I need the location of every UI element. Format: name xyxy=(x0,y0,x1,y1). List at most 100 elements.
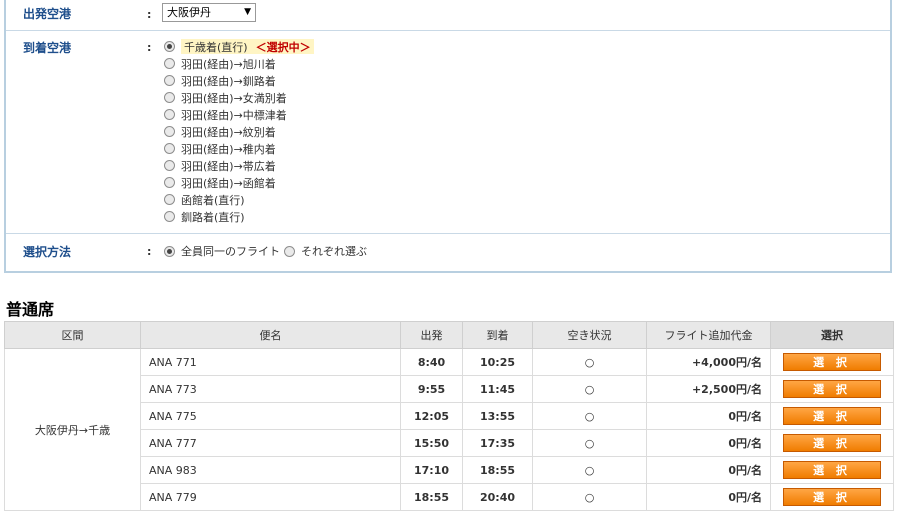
arrival-option[interactable]: 羽田(経由)→函館着 xyxy=(164,174,314,191)
radio-icon[interactable] xyxy=(164,92,175,103)
arrival-option[interactable]: 羽田(経由)→紋別着 xyxy=(164,123,314,140)
select-cell: 選 択 xyxy=(770,429,894,457)
additional-price: 0円/名 xyxy=(646,429,771,457)
radio-icon[interactable] xyxy=(164,160,175,171)
colon: : xyxy=(147,245,152,258)
header-arrival: 到着 xyxy=(462,321,533,349)
arrival-option-label: 羽田(経由)→稚内着 xyxy=(181,142,276,156)
arrival-radio-list: 千歳着(直行) ＜選択中＞ 羽田(経由)→旭川着 羽田(経由)→釧路着 羽田(経… xyxy=(164,38,314,225)
arrival-row: 到着空港 : 千歳着(直行) ＜選択中＞ 羽田(経由)→旭川着 羽田(経由)→釧… xyxy=(6,31,890,234)
flight-number: ANA 777 xyxy=(140,429,401,457)
arrival-option[interactable]: 函館着(直行) xyxy=(164,191,314,208)
arrival-option[interactable]: 羽田(経由)→女満別着 xyxy=(164,89,314,106)
arrival-option-label: 羽田(経由)→帯広着 xyxy=(181,159,276,173)
flight-table: 区間 便名 出発 到着 空き状況 フライト追加代金 選択 大阪伊丹→千歳 ANA… xyxy=(4,321,894,511)
method-radio-group: 全員同一のフライト それぞれ選ぶ xyxy=(164,243,371,259)
arrival-time: 20:40 xyxy=(462,483,533,511)
header-availability: 空き状況 xyxy=(532,321,647,349)
colon: : xyxy=(147,41,152,54)
flight-number: ANA 779 xyxy=(140,483,401,511)
arrival-option-label: 函館着(直行) xyxy=(181,193,245,207)
header-route: 区間 xyxy=(4,321,141,349)
radio-icon[interactable] xyxy=(284,245,295,257)
availability-circle-icon: ○ xyxy=(532,429,647,457)
departure-time: 15:50 xyxy=(400,429,463,457)
departure-select-value: 大阪伊丹 xyxy=(167,6,211,19)
arrival-option-label: 羽田(経由)→函館着 xyxy=(181,176,276,190)
header-price: フライト追加代金 xyxy=(646,321,771,349)
radio-icon[interactable] xyxy=(164,143,175,154)
arrival-time: 11:45 xyxy=(462,375,533,403)
method-row: 選択方法 : 全員同一のフライト それぞれ選ぶ xyxy=(6,234,890,271)
additional-price: +4,000円/名 xyxy=(646,348,771,376)
arrival-option[interactable]: 羽田(経由)→中標津着 xyxy=(164,106,314,123)
arrival-label: 到着空港 xyxy=(23,41,72,55)
departure-row: 出発空港 : 大阪伊丹 ▼ xyxy=(6,0,890,31)
departure-time: 9:55 xyxy=(400,375,463,403)
selected-highlight: 千歳着(直行) ＜選択中＞ xyxy=(181,39,314,54)
select-button[interactable]: 選 択 xyxy=(783,407,881,425)
header-select: 選択 xyxy=(770,321,894,349)
arrival-option[interactable]: 釧路着(直行) xyxy=(164,208,314,225)
arrival-option-label: 羽田(経由)→旭川着 xyxy=(181,57,276,71)
arrival-time: 13:55 xyxy=(462,402,533,430)
departure-time: 17:10 xyxy=(400,456,463,484)
availability-circle-icon: ○ xyxy=(532,456,647,484)
method-option-same[interactable]: 全員同一のフライト xyxy=(181,243,280,259)
header-flight: 便名 xyxy=(140,321,401,349)
dropdown-arrow-icon: ▼ xyxy=(244,7,251,17)
arrival-option[interactable]: 羽田(経由)→釧路着 xyxy=(164,72,314,89)
departure-select[interactable]: 大阪伊丹 ▼ xyxy=(162,3,256,22)
arrival-option-label: 千歳着(直行) xyxy=(184,40,248,54)
selected-tag: ＜選択中＞ xyxy=(255,40,311,54)
radio-checked-icon[interactable] xyxy=(164,245,175,257)
arrival-option-label: 羽田(経由)→紋別着 xyxy=(181,125,276,139)
additional-price: 0円/名 xyxy=(646,456,771,484)
radio-icon[interactable] xyxy=(164,194,175,205)
arrival-option[interactable]: 羽田(経由)→旭川着 xyxy=(164,55,314,72)
route-cell: 大阪伊丹→千歳 xyxy=(4,348,141,511)
select-button[interactable]: 選 択 xyxy=(783,353,881,371)
arrival-option[interactable]: 羽田(経由)→帯広着 xyxy=(164,157,314,174)
search-form-panel: 出発空港 : 大阪伊丹 ▼ 到着空港 : 千歳着(直行) ＜選択中＞ 羽田(経由… xyxy=(4,0,892,273)
departure-time: 18:55 xyxy=(400,483,463,511)
arrival-option-label: 羽田(経由)→女満別着 xyxy=(181,91,287,105)
radio-icon[interactable] xyxy=(164,75,175,86)
flight-number: ANA 775 xyxy=(140,402,401,430)
select-cell: 選 択 xyxy=(770,348,894,376)
arrival-option[interactable]: 羽田(経由)→稚内着 xyxy=(164,140,314,157)
method-option-each[interactable]: それぞれ選ぶ xyxy=(301,243,367,259)
radio-icon[interactable] xyxy=(164,211,175,222)
additional-price: 0円/名 xyxy=(646,402,771,430)
section-title: 普通席 xyxy=(6,300,55,319)
additional-price: +2,500円/名 xyxy=(646,375,771,403)
select-cell: 選 択 xyxy=(770,456,894,484)
departure-time: 8:40 xyxy=(400,348,463,376)
arrival-option-label: 羽田(経由)→中標津着 xyxy=(181,108,287,122)
radio-checked-icon[interactable] xyxy=(164,41,175,52)
flight-number: ANA 983 xyxy=(140,456,401,484)
availability-circle-icon: ○ xyxy=(532,402,647,430)
select-cell: 選 択 xyxy=(770,483,894,511)
flight-number: ANA 771 xyxy=(140,348,401,376)
colon: : xyxy=(147,8,152,21)
select-button[interactable]: 選 択 xyxy=(783,434,881,452)
radio-icon[interactable] xyxy=(164,58,175,69)
radio-icon[interactable] xyxy=(164,109,175,120)
radio-icon[interactable] xyxy=(164,126,175,137)
select-button[interactable]: 選 択 xyxy=(783,488,881,506)
method-label: 選択方法 xyxy=(23,245,72,259)
radio-icon[interactable] xyxy=(164,177,175,188)
arrival-option-label: 釧路着(直行) xyxy=(181,210,245,224)
arrival-option[interactable]: 千歳着(直行) ＜選択中＞ xyxy=(164,38,314,55)
select-cell: 選 択 xyxy=(770,402,894,430)
departure-label: 出発空港 xyxy=(23,7,72,21)
select-cell: 選 択 xyxy=(770,375,894,403)
header-departure: 出発 xyxy=(400,321,463,349)
flight-number: ANA 773 xyxy=(140,375,401,403)
select-button[interactable]: 選 択 xyxy=(783,461,881,479)
availability-circle-icon: ○ xyxy=(532,348,647,376)
availability-circle-icon: ○ xyxy=(532,483,647,511)
arrival-time: 10:25 xyxy=(462,348,533,376)
select-button[interactable]: 選 択 xyxy=(783,380,881,398)
